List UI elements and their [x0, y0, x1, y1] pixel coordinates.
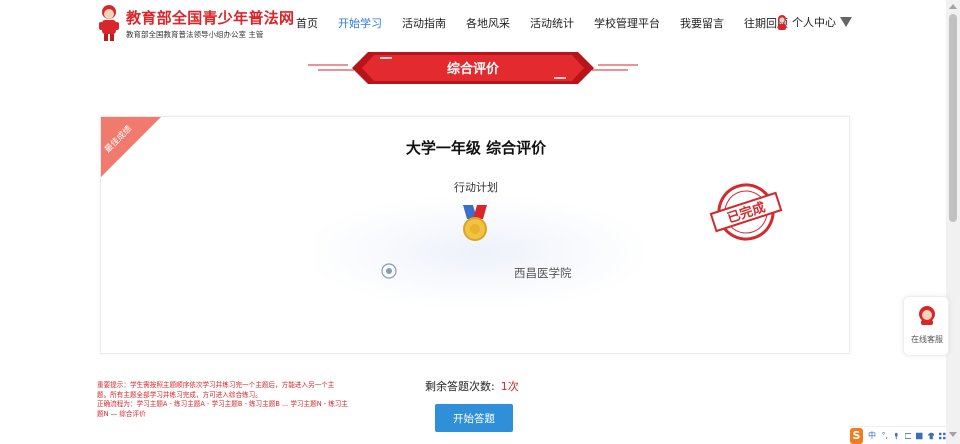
nav-activity-guide[interactable]: 活动指南 [402, 15, 446, 31]
logo-subtitle: 教育部全国教育普法领导小组办公室 主管 [126, 30, 264, 39]
main-nav: 首页 开始学习 活动指南 各地风采 活动统计 学校管理平台 我要留言 往期回顾 [296, 15, 808, 31]
sogou-logo-icon[interactable]: S [850, 427, 864, 444]
online-service-label: 在线客服 [911, 335, 943, 344]
logo-title: 教育部全国青少年普法网 [126, 9, 295, 27]
scroll-up-arrow-icon[interactable] [949, 4, 957, 9]
caret-down-icon [840, 17, 852, 27]
important-notice: 重要提示：学生需按照主题顺序依次学习并练习完一个主题后，方能进入另一个主 题。所… [97, 381, 397, 419]
remaining-attempts-count: 1次 [500, 380, 519, 393]
toolbox-icon[interactable] [916, 432, 923, 440]
remaining-attempts: 剩余答题次数: 1次 [425, 378, 519, 394]
user-center-menu[interactable]: 个人中心 [775, 13, 852, 31]
remaining-attempts-label: 剩余答题次数: [425, 380, 495, 393]
card-title: 大学一年级 综合评价 [405, 139, 547, 157]
notice-line: 重要提示：学生需按照主题顺序依次学习并练习完一个主题后，方能进入另一个主 [97, 381, 335, 389]
start-answering-button[interactable]: 开始答题 [435, 404, 513, 432]
scroll-down-arrow-icon[interactable] [949, 432, 957, 437]
page-scrollbar[interactable] [946, 0, 960, 444]
evaluation-card: 最佳成绩 大学一年级 综合评价 行动计划 西昌医学院 已完成 [100, 116, 850, 354]
user-center-label: 个人中心 [792, 16, 836, 29]
completed-stamp: 已完成 [709, 183, 783, 241]
section-banner: 综合评价 [308, 52, 638, 84]
scroll-thumb[interactable] [949, 14, 957, 222]
notice-line: 题。所有主题全部学习并练习完成，方可进入综合练习。 [97, 390, 262, 399]
user-avatar-icon [778, 15, 786, 30]
site-header: 教育部全国青少年普法网 教育部全国教育普法领导小组办公室 主管 首页 开始学习 … [0, 0, 946, 46]
site-logo[interactable]: 教育部全国青少年普法网 教育部全国教育普法领导小组办公室 主管 [96, 3, 294, 43]
ime-chinese-mode[interactable]: 中 [868, 430, 876, 441]
keyboard-icon[interactable] [904, 432, 912, 440]
banner-title: 综合评价 [447, 61, 500, 77]
ime-toolbar: S 中 °, [848, 426, 946, 444]
nav-start-learning[interactable]: 开始学习 [338, 15, 382, 31]
mascot-logo-icon [99, 5, 119, 41]
nav-activity-stats[interactable]: 活动统计 [530, 15, 574, 31]
medal-icon [463, 205, 487, 241]
nav-school-platform[interactable]: 学校管理平台 [594, 15, 660, 31]
microphone-icon[interactable] [893, 432, 900, 440]
customer-service-icon [919, 306, 935, 325]
school-logo-icon [381, 263, 397, 279]
nav-home[interactable]: 首页 [296, 15, 318, 31]
online-service-widget[interactable]: 在线客服 [903, 296, 949, 356]
ime-punctuation-mode[interactable]: °, [881, 431, 888, 440]
notice-line: 正确流程为：学习主题A - 练习主题A - 学习主题B - 练习主题B ... … [97, 400, 348, 409]
school-name: 西昌医学院 [514, 266, 572, 280]
notice-line: 题N — 综合评价 [97, 409, 146, 418]
nav-leave-message[interactable]: 我要留言 [680, 15, 724, 31]
skin-icon[interactable] [927, 432, 935, 440]
menu-grid-icon[interactable] [939, 432, 946, 440]
nav-regional-showcase[interactable]: 各地风采 [466, 15, 510, 31]
